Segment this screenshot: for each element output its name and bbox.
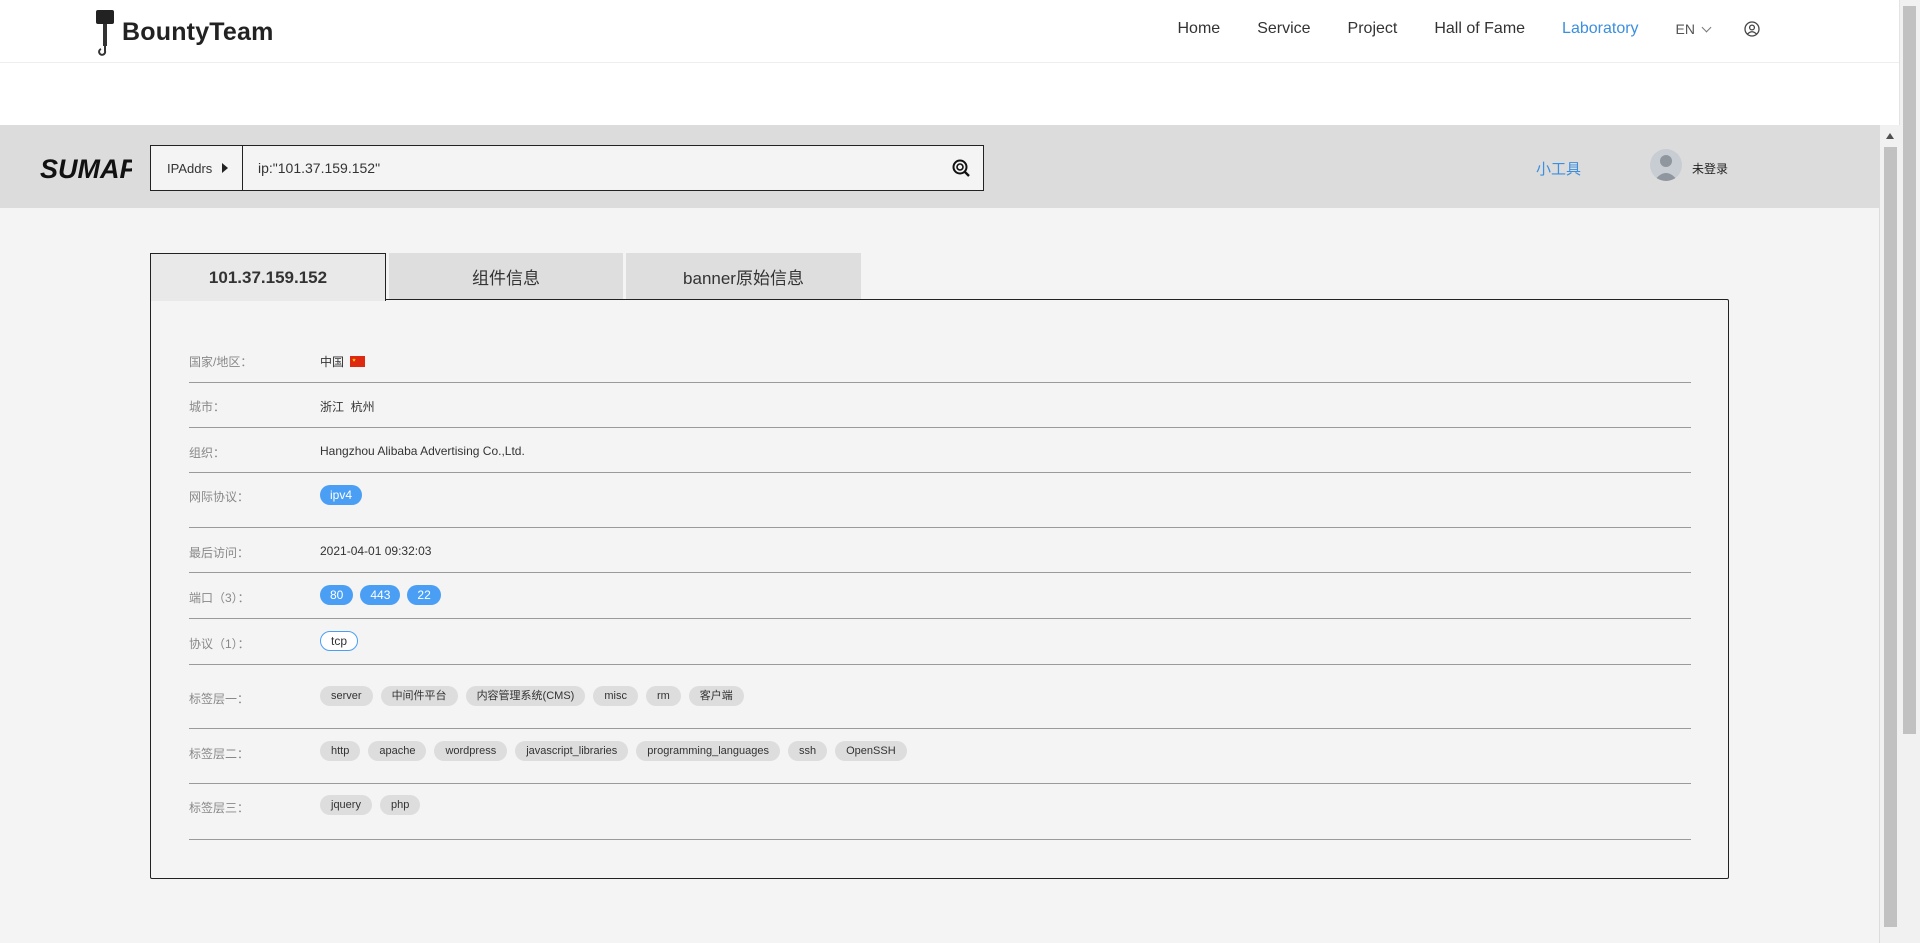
info-row-tag-layer1: 标签层一： server 中间件平台 内容管理系统(CMS) misc rm 客… bbox=[189, 665, 1691, 729]
page-scrollbar[interactable] bbox=[1899, 0, 1920, 943]
port-pill[interactable]: 22 bbox=[407, 585, 441, 605]
tag-chip[interactable]: programming_languages bbox=[636, 741, 780, 761]
result-tabs: 101.37.159.152 组件信息 banner原始信息 bbox=[150, 253, 864, 301]
country-value: 中国 bbox=[320, 353, 366, 370]
ip-protocol-label: 网际协议： bbox=[189, 490, 250, 504]
ports-value: 80 443 22 bbox=[320, 585, 448, 605]
nav-project[interactable]: Project bbox=[1348, 20, 1398, 38]
info-row-city: 城市： 浙江 杭州 bbox=[189, 383, 1691, 428]
site-header: BountyTeam Home Service Project Hall of … bbox=[0, 0, 1900, 63]
sumap-logo-text: SUMAP bbox=[40, 154, 132, 184]
tools-link[interactable]: 小工具 bbox=[1536, 158, 1581, 179]
city-value: 浙江 杭州 bbox=[320, 400, 375, 414]
sumap-app: SUMAP IPAddrs 小工具 未登录 101.37.159.152 组 bbox=[0, 125, 1879, 943]
info-row-last-visit: 最后访问： 2021-04-01 09:32:03 bbox=[189, 528, 1691, 573]
chevron-down-icon bbox=[1701, 22, 1712, 32]
user-silhouette-icon bbox=[1654, 155, 1678, 181]
ip-info-panel: 国家/地区： 中国 城市： 浙江 杭州 组织： Hangzhou Alibaba… bbox=[150, 299, 1729, 879]
tag-layer1-value: server 中间件平台 内容管理系统(CMS) misc rm 客户端 bbox=[320, 686, 752, 706]
tag-chip[interactable]: php bbox=[379, 795, 421, 815]
tab-ip[interactable]: 101.37.159.152 bbox=[150, 253, 386, 301]
port-pill[interactable]: 80 bbox=[320, 585, 354, 605]
language-label: EN bbox=[1675, 21, 1695, 37]
tag-chip[interactable]: misc bbox=[593, 686, 638, 706]
tag-chip[interactable]: http bbox=[320, 741, 361, 761]
search-bar: SUMAP IPAddrs 小工具 未登录 bbox=[0, 125, 1879, 208]
info-row-protocols: 协议（1）： tcp bbox=[189, 619, 1691, 665]
nav-home[interactable]: Home bbox=[1178, 20, 1221, 38]
tag-layer3-label: 标签层三： bbox=[189, 801, 250, 815]
org-value: Hangzhou Alibaba Advertising Co.,Ltd. bbox=[320, 444, 525, 458]
login-status[interactable]: 未登录 bbox=[1692, 160, 1728, 177]
ip-protocol-value: ipv4 bbox=[320, 485, 369, 505]
tag-chip[interactable]: javascript_libraries bbox=[515, 741, 629, 761]
scroll-up-arrow-icon[interactable] bbox=[1886, 133, 1894, 139]
ports-label: 端口（3）： bbox=[189, 591, 250, 605]
tag-chip[interactable]: jquery bbox=[320, 795, 372, 815]
frame-scrollbar-thumb[interactable] bbox=[1884, 147, 1897, 927]
frame-scrollbar[interactable] bbox=[1879, 125, 1901, 943]
tag-chip[interactable]: ssh bbox=[787, 741, 828, 761]
tag-chip[interactable]: apache bbox=[368, 741, 427, 761]
ip-protocol-pill[interactable]: ipv4 bbox=[320, 485, 363, 505]
tag-chip[interactable]: server bbox=[320, 686, 373, 706]
search-type-label: IPAddrs bbox=[167, 160, 213, 176]
tag-chip[interactable]: 中间件平台 bbox=[380, 686, 458, 706]
caret-right-icon bbox=[222, 163, 229, 173]
main-nav: Home Service Project Hall of Fame Labora… bbox=[1141, 0, 1761, 58]
tab-components[interactable]: 组件信息 bbox=[389, 253, 623, 299]
brand-name: BountyTeam bbox=[122, 17, 274, 46]
tab-banner[interactable]: banner原始信息 bbox=[626, 253, 861, 299]
tag-layer3-value: jquery php bbox=[320, 795, 428, 815]
user-circle-icon[interactable] bbox=[1744, 21, 1760, 37]
tag-chip[interactable]: OpenSSH bbox=[835, 741, 907, 761]
tag-layer1-label: 标签层一： bbox=[189, 692, 250, 706]
search-box: IPAddrs bbox=[150, 145, 984, 191]
info-row-tag-layer3: 标签层三： jquery php bbox=[189, 784, 1691, 840]
info-row-country: 国家/地区： 中国 bbox=[189, 334, 1691, 383]
brand-logo[interactable]: BountyTeam bbox=[94, 8, 274, 56]
search-icon[interactable] bbox=[951, 158, 971, 178]
last-visit-label: 最后访问： bbox=[189, 546, 250, 560]
protocols-value: tcp bbox=[320, 631, 365, 651]
china-flag-icon bbox=[350, 356, 366, 367]
info-row-ip-protocol: 网际协议： ipv4 bbox=[189, 473, 1691, 528]
tag-chip[interactable]: 内容管理系统(CMS) bbox=[465, 686, 586, 706]
nav-laboratory[interactable]: Laboratory bbox=[1562, 20, 1639, 38]
info-row-org: 组织： Hangzhou Alibaba Advertising Co.,Ltd… bbox=[189, 428, 1691, 473]
protocols-label: 协议（1）： bbox=[189, 637, 250, 651]
city-label: 城市： bbox=[189, 400, 226, 414]
info-row-tag-layer2: 标签层二： http apache wordpress javascript_l… bbox=[189, 729, 1691, 784]
protocol-pill[interactable]: tcp bbox=[320, 631, 359, 651]
sumap-logo[interactable]: SUMAP bbox=[40, 150, 132, 184]
avatar[interactable] bbox=[1650, 149, 1682, 181]
language-select[interactable]: EN bbox=[1675, 21, 1712, 37]
page-scrollbar-thumb[interactable] bbox=[1903, 6, 1916, 734]
search-type-select[interactable]: IPAddrs bbox=[151, 146, 243, 190]
search-input[interactable] bbox=[244, 146, 924, 190]
port-pill[interactable]: 443 bbox=[360, 585, 401, 605]
tag-layer2-label: 标签层二： bbox=[189, 747, 250, 761]
nav-hall-of-fame[interactable]: Hall of Fame bbox=[1434, 20, 1525, 38]
tag-layer2-value: http apache wordpress javascript_librari… bbox=[320, 741, 915, 761]
nav-service[interactable]: Service bbox=[1257, 20, 1310, 38]
tag-chip[interactable]: 客户端 bbox=[688, 686, 744, 706]
info-row-ports: 端口（3）： 80 443 22 bbox=[189, 573, 1691, 619]
org-label: 组织： bbox=[189, 446, 226, 460]
hammer-icon bbox=[96, 10, 114, 56]
country-label: 国家/地区： bbox=[189, 355, 253, 369]
tag-chip[interactable]: rm bbox=[645, 686, 681, 706]
country-text: 中国 bbox=[320, 355, 345, 369]
last-visit-value: 2021-04-01 09:32:03 bbox=[320, 544, 432, 558]
tag-chip[interactable]: wordpress bbox=[434, 741, 508, 761]
